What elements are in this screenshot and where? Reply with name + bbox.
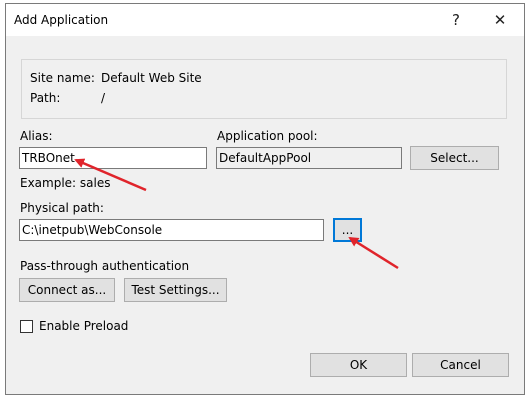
enable-preload-checkbox[interactable] bbox=[20, 320, 33, 333]
alias-example: Example: sales bbox=[20, 176, 111, 190]
connect-as-button[interactable]: Connect as... bbox=[19, 278, 115, 302]
application-pool-field: DefaultAppPool bbox=[216, 147, 402, 169]
help-button[interactable]: ? bbox=[436, 4, 476, 36]
ok-button[interactable]: OK bbox=[310, 353, 407, 377]
test-settings-button[interactable]: Test Settings... bbox=[124, 278, 227, 302]
site-name-label: Site name: bbox=[30, 71, 95, 85]
enable-preload-label: Enable Preload bbox=[39, 319, 129, 333]
physical-path-label: Physical path: bbox=[20, 201, 104, 215]
alias-input[interactable]: TRBOnet bbox=[19, 147, 207, 169]
alias-label: Alias: bbox=[20, 129, 53, 143]
select-pool-button[interactable]: Select... bbox=[410, 146, 499, 170]
browse-button[interactable]: ... bbox=[333, 218, 362, 242]
title-bar: Add Application ? ✕ bbox=[6, 4, 524, 36]
close-button[interactable]: ✕ bbox=[480, 4, 520, 36]
add-application-dialog: Add Application ? ✕ Site name: Default W… bbox=[5, 3, 525, 395]
path-value: / bbox=[101, 91, 106, 105]
cancel-button[interactable]: Cancel bbox=[412, 353, 509, 377]
site-info-box bbox=[21, 59, 507, 119]
path-label: Path: bbox=[30, 91, 61, 105]
site-name-value: Default Web Site bbox=[101, 71, 202, 85]
dialog-title: Add Application bbox=[14, 13, 109, 27]
physical-path-input[interactable]: C:\inetpub\WebConsole bbox=[19, 219, 324, 241]
pass-through-auth-label: Pass-through authentication bbox=[20, 259, 190, 273]
application-pool-label: Application pool: bbox=[217, 129, 318, 143]
